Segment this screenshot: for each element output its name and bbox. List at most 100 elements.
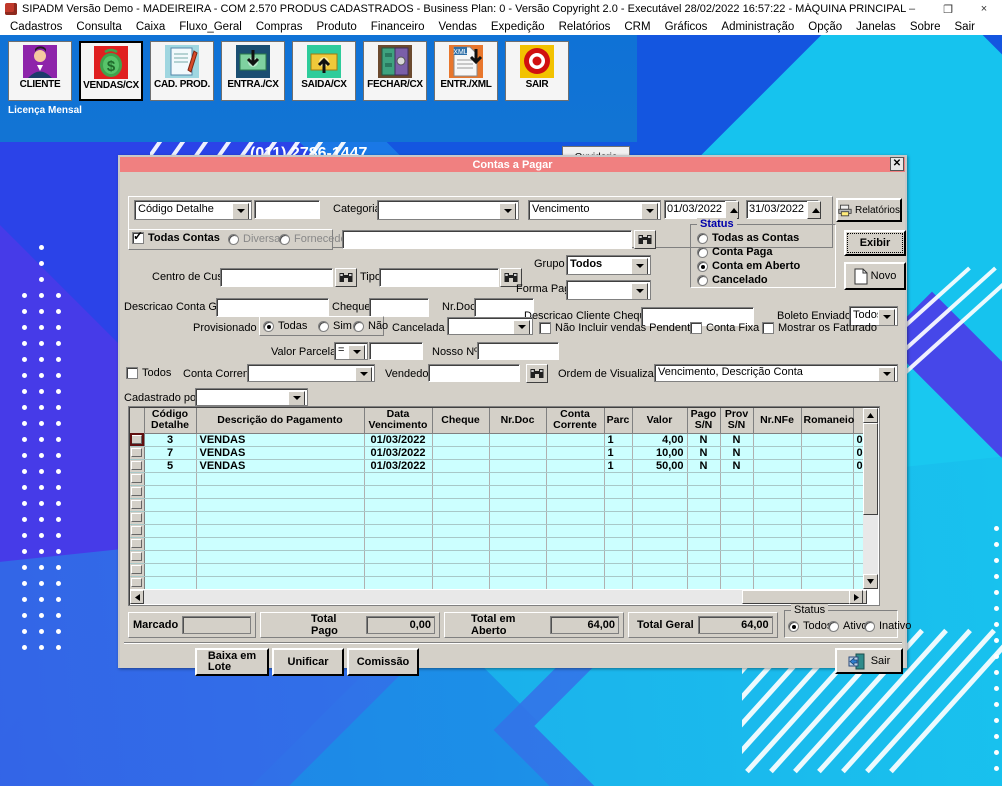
toolbar-button-entra-cx[interactable]: ENTRA./CX <box>221 41 285 101</box>
status-option-conta-em-aberto[interactable]: Conta em Aberto <box>697 260 800 272</box>
nosso-numero-input[interactable] <box>477 342 559 360</box>
cell-empty[interactable] <box>853 550 863 564</box>
cell-empty[interactable] <box>753 472 802 486</box>
cell-empty[interactable] <box>432 485 490 499</box>
toolbar-button-vendas-cx[interactable]: $ VENDAS/CX <box>79 41 143 101</box>
grid-column-header[interactable]: Nr.Doc <box>489 408 547 434</box>
grid-column-header[interactable]: Conta Corrente <box>546 408 605 434</box>
cell-empty[interactable] <box>632 498 688 512</box>
grid-vertical-scrollbar[interactable] <box>863 408 878 589</box>
cell-empty[interactable] <box>687 537 721 551</box>
cell-empty[interactable] <box>801 550 854 564</box>
cell-empty[interactable] <box>489 485 547 499</box>
scrollbar-thumb[interactable] <box>863 423 878 515</box>
sair-button[interactable]: Sair <box>835 648 903 674</box>
provisionado-todas-radio[interactable]: Todas <box>263 320 307 332</box>
cell-empty[interactable] <box>604 472 633 486</box>
cell-empty[interactable] <box>604 576 633 589</box>
cell-empty[interactable] <box>432 472 490 486</box>
cell-parc[interactable]: 1 <box>604 446 633 460</box>
cancelada-select[interactable] <box>447 317 533 335</box>
cell-empty[interactable] <box>753 511 802 525</box>
menu-item-compras[interactable]: Compras <box>249 21 310 33</box>
cell-empty[interactable] <box>632 485 688 499</box>
cell-empty[interactable] <box>720 550 754 564</box>
cell-empty[interactable] <box>801 511 854 525</box>
cell-emissao[interactable]: 01/03/2022 <box>853 446 863 460</box>
table-row[interactable]: 3VENDAS01/03/202214,00NN01/03/2022 <box>130 433 863 447</box>
cell-empty[interactable] <box>687 485 721 499</box>
menu-item-expedi-o[interactable]: Expedição <box>484 21 552 33</box>
cheque-input[interactable] <box>369 298 429 317</box>
table-row[interactable] <box>130 563 863 577</box>
codigo-detalhe-select[interactable]: Código Detalhe <box>134 200 252 220</box>
cell-empty[interactable] <box>489 511 547 525</box>
cell-empty[interactable] <box>196 485 365 499</box>
cell-empty[interactable] <box>546 550 605 564</box>
toolbar-button-cad-prod-[interactable]: CAD. PROD. <box>150 41 214 101</box>
registro-status-ativo-radio[interactable]: Ativo <box>828 620 867 632</box>
cell-empty[interactable] <box>364 472 433 486</box>
centro-de-custo-input[interactable] <box>220 268 333 287</box>
cell-nrdoc[interactable] <box>489 446 547 460</box>
cell-empty[interactable] <box>196 511 365 525</box>
table-row[interactable] <box>130 472 863 486</box>
toolbar-button-saida-cx[interactable]: SAIDA/CX <box>292 41 356 101</box>
cell-valor[interactable]: 50,00 <box>632 459 688 473</box>
cell-empty[interactable] <box>801 537 854 551</box>
cell-empty[interactable] <box>720 576 754 589</box>
cell-empty[interactable] <box>687 511 721 525</box>
cell-empty[interactable] <box>604 550 633 564</box>
cell-empty[interactable] <box>687 498 721 512</box>
cell-empty[interactable] <box>196 563 365 577</box>
cell-pago[interactable]: N <box>687 459 721 473</box>
cell-empty[interactable] <box>489 498 547 512</box>
registro-status-todos-radio[interactable]: Todos <box>788 620 832 632</box>
busca-input[interactable] <box>342 230 632 249</box>
cell-pago[interactable]: N <box>687 446 721 460</box>
cell-empty[interactable] <box>853 563 863 577</box>
cell-empty[interactable] <box>720 485 754 499</box>
cell-empty[interactable] <box>432 576 490 589</box>
cell-nrdoc[interactable] <box>489 459 547 473</box>
cell-empty[interactable] <box>364 550 433 564</box>
grid-column-header[interactable]: Código Detalhe <box>144 408 197 434</box>
cell-empty[interactable] <box>196 550 365 564</box>
exibir-button[interactable]: Exibir <box>844 230 906 256</box>
cell-venc[interactable]: 01/03/2022 <box>364 446 433 460</box>
cell-romaneio[interactable] <box>801 459 854 473</box>
cell-empty[interactable] <box>687 550 721 564</box>
cell-empty[interactable] <box>687 576 721 589</box>
cell-empty[interactable] <box>432 563 490 577</box>
grid-column-header[interactable]: DataEmissão <box>853 408 863 434</box>
row-selector[interactable] <box>130 446 145 460</box>
cell-empty[interactable] <box>632 511 688 525</box>
toolbar-button-sair[interactable]: SAIR <box>505 41 569 101</box>
cell-empty[interactable] <box>853 485 863 499</box>
cell-empty[interactable] <box>144 472 197 486</box>
vendedor-binoculars-icon[interactable] <box>526 364 548 383</box>
cell-conta[interactable] <box>546 433 605 447</box>
cell-empty[interactable] <box>604 563 633 577</box>
baixa-em-lote-button[interactable]: Baixa em Lote <box>195 648 269 676</box>
cell-empty[interactable] <box>546 524 605 538</box>
menu-item-caixa[interactable]: Caixa <box>129 21 172 33</box>
cell-codigo[interactable]: 7 <box>144 446 197 460</box>
table-row[interactable] <box>130 537 863 551</box>
cell-empty[interactable] <box>753 563 802 577</box>
cell-empty[interactable] <box>364 524 433 538</box>
ordem-visualizacao-select[interactable]: Vencimento, Descrição Conta <box>654 364 898 382</box>
cell-parc[interactable]: 1 <box>604 433 633 447</box>
cell-empty[interactable] <box>364 511 433 525</box>
cell-empty[interactable] <box>853 576 863 589</box>
cell-codigo[interactable]: 5 <box>144 459 197 473</box>
cell-empty[interactable] <box>632 563 688 577</box>
cell-romaneio[interactable] <box>801 433 854 447</box>
cell-emissao[interactable]: 01/03/2022 <box>853 459 863 473</box>
comissao-button[interactable]: Comissão <box>347 648 419 676</box>
todos-checkbox[interactable]: Todos <box>126 367 171 379</box>
cell-empty[interactable] <box>144 563 197 577</box>
grid-column-header[interactable]: Descrição do Pagamento <box>196 408 365 434</box>
grid-column-header[interactable]: Romaneio <box>801 408 854 434</box>
menu-item-cadastros[interactable]: Cadastros <box>3 21 69 33</box>
